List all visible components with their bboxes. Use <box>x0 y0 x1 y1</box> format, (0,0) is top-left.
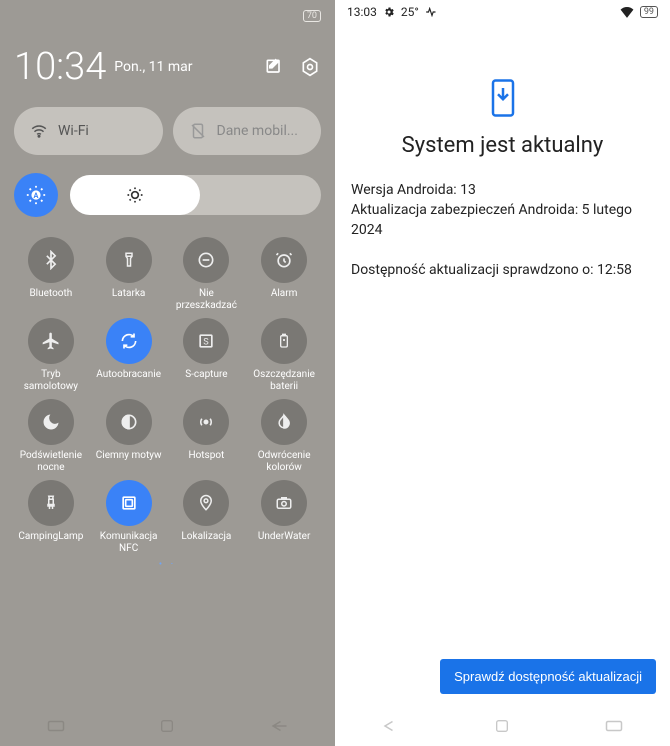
update-meta-1: Wersja Androida: 13 Aktualizacja zabezpi… <box>351 180 654 240</box>
tile-label: Lokalizacja <box>181 531 231 555</box>
qs-header: 10:34 Pon., 11 mar <box>14 45 321 89</box>
status-temp: 25° <box>401 5 419 19</box>
last-checked: Dostępność aktualizacji sprawdzono o: 12… <box>351 260 654 280</box>
brightness-thumb[interactable] <box>70 175 200 215</box>
battery-status: 99 <box>640 6 658 18</box>
nav-back-icon[interactable] <box>269 716 289 736</box>
nav-recents-icon[interactable] <box>604 716 624 736</box>
tile-label: Odwrócenie kolorów <box>247 450 321 474</box>
tile-airplane[interactable] <box>28 318 74 364</box>
clock-time: 10:34 <box>14 45 106 89</box>
gear-icon <box>383 6 395 18</box>
mobiledata-label: Dane mobil... <box>217 123 298 139</box>
navbar-left <box>0 706 335 746</box>
brightness-icon <box>125 185 145 205</box>
tile-label: Oszczędzanie baterii <box>247 369 321 393</box>
wifi-icon <box>30 122 48 140</box>
status-time: 13:03 <box>347 5 377 19</box>
settings-icon[interactable] <box>299 56 321 78</box>
tile-label: S-capture <box>185 369 227 393</box>
tile-flashlight[interactable] <box>106 237 152 283</box>
tile-campinglamp[interactable] <box>28 480 74 526</box>
tile-label: UnderWater <box>258 531 310 555</box>
tile-location[interactable] <box>183 480 229 526</box>
nav-back-icon[interactable] <box>381 716 401 736</box>
tile-invertcolors[interactable] <box>261 399 307 445</box>
navbar-right <box>335 706 670 746</box>
tile-hotspot[interactable] <box>183 399 229 445</box>
edit-icon[interactable] <box>263 56 285 78</box>
battery-indicator: 70 <box>303 10 321 22</box>
android-version: Wersja Androida: 13 <box>351 180 654 200</box>
nav-home-icon[interactable] <box>157 716 177 736</box>
tile-label: Bluetooth <box>29 288 72 312</box>
nav-home-icon[interactable] <box>492 716 512 736</box>
tile-alarm[interactable] <box>261 237 307 283</box>
tile-label: Tryb samolotowy <box>14 369 88 393</box>
tile-label: Nie przeszkadzać <box>170 288 244 312</box>
pulse-icon <box>425 7 439 17</box>
qs-tiles-grid: Bluetooth Latarka Nie przeszkadzać Alarm… <box>14 237 321 555</box>
tile-label: Latarka <box>112 288 145 312</box>
status-bar: 13:03 25° 99 <box>335 0 670 24</box>
check-update-button[interactable]: Sprawdź dostępność aktualizacji <box>440 659 656 694</box>
tile-autorotate[interactable] <box>106 318 152 364</box>
tile-underwater[interactable] <box>261 480 307 526</box>
svg-text:A: A <box>34 191 39 200</box>
wifi-status-icon <box>620 6 634 18</box>
tile-label: Alarm <box>271 288 298 312</box>
tile-label: Hotspot <box>188 450 224 474</box>
nav-recents-icon[interactable] <box>46 716 66 736</box>
mobiledata-toggle[interactable]: Dane mobil... <box>173 107 322 155</box>
system-update-screen: 13:03 25° 99 System jest aktualny Wersja… <box>335 0 670 746</box>
svg-text:S: S <box>204 337 210 347</box>
tile-nfc[interactable] <box>106 480 152 526</box>
tile-dnd[interactable] <box>183 237 229 283</box>
tile-label: CampingLamp <box>18 531 83 555</box>
update-meta-2: Dostępność aktualizacji sprawdzono o: 12… <box>351 260 654 280</box>
tile-label: Komunikacja NFC <box>92 531 166 555</box>
tile-label: Ciemny motyw <box>96 450 162 474</box>
tile-label: Autoobracanie <box>96 369 161 393</box>
brightness-slider[interactable] <box>70 175 321 215</box>
tile-battery-saver[interactable] <box>261 318 307 364</box>
auto-brightness-button[interactable]: A <box>14 173 58 217</box>
clock-date: Pon., 11 mar <box>114 59 192 75</box>
tile-bluetooth[interactable] <box>28 237 74 283</box>
tile-nightlight[interactable] <box>28 399 74 445</box>
update-phone-icon <box>488 79 518 117</box>
tile-darktheme[interactable] <box>106 399 152 445</box>
tile-label: Podświetlenie nocne <box>14 450 88 474</box>
security-patch: Aktualizacja zabezpieczeń Androida: 5 lu… <box>351 200 654 240</box>
page-indicator: • · <box>14 559 321 570</box>
tile-scapture[interactable]: S <box>183 318 229 364</box>
sim-off-icon <box>189 122 207 140</box>
quicksettings-panel: 70 10:34 Pon., 11 mar Wi-Fi <box>0 0 335 746</box>
wifi-toggle[interactable]: Wi-Fi <box>14 107 163 155</box>
wifi-label: Wi-Fi <box>58 123 89 139</box>
update-title: System jest aktualny <box>351 133 654 158</box>
